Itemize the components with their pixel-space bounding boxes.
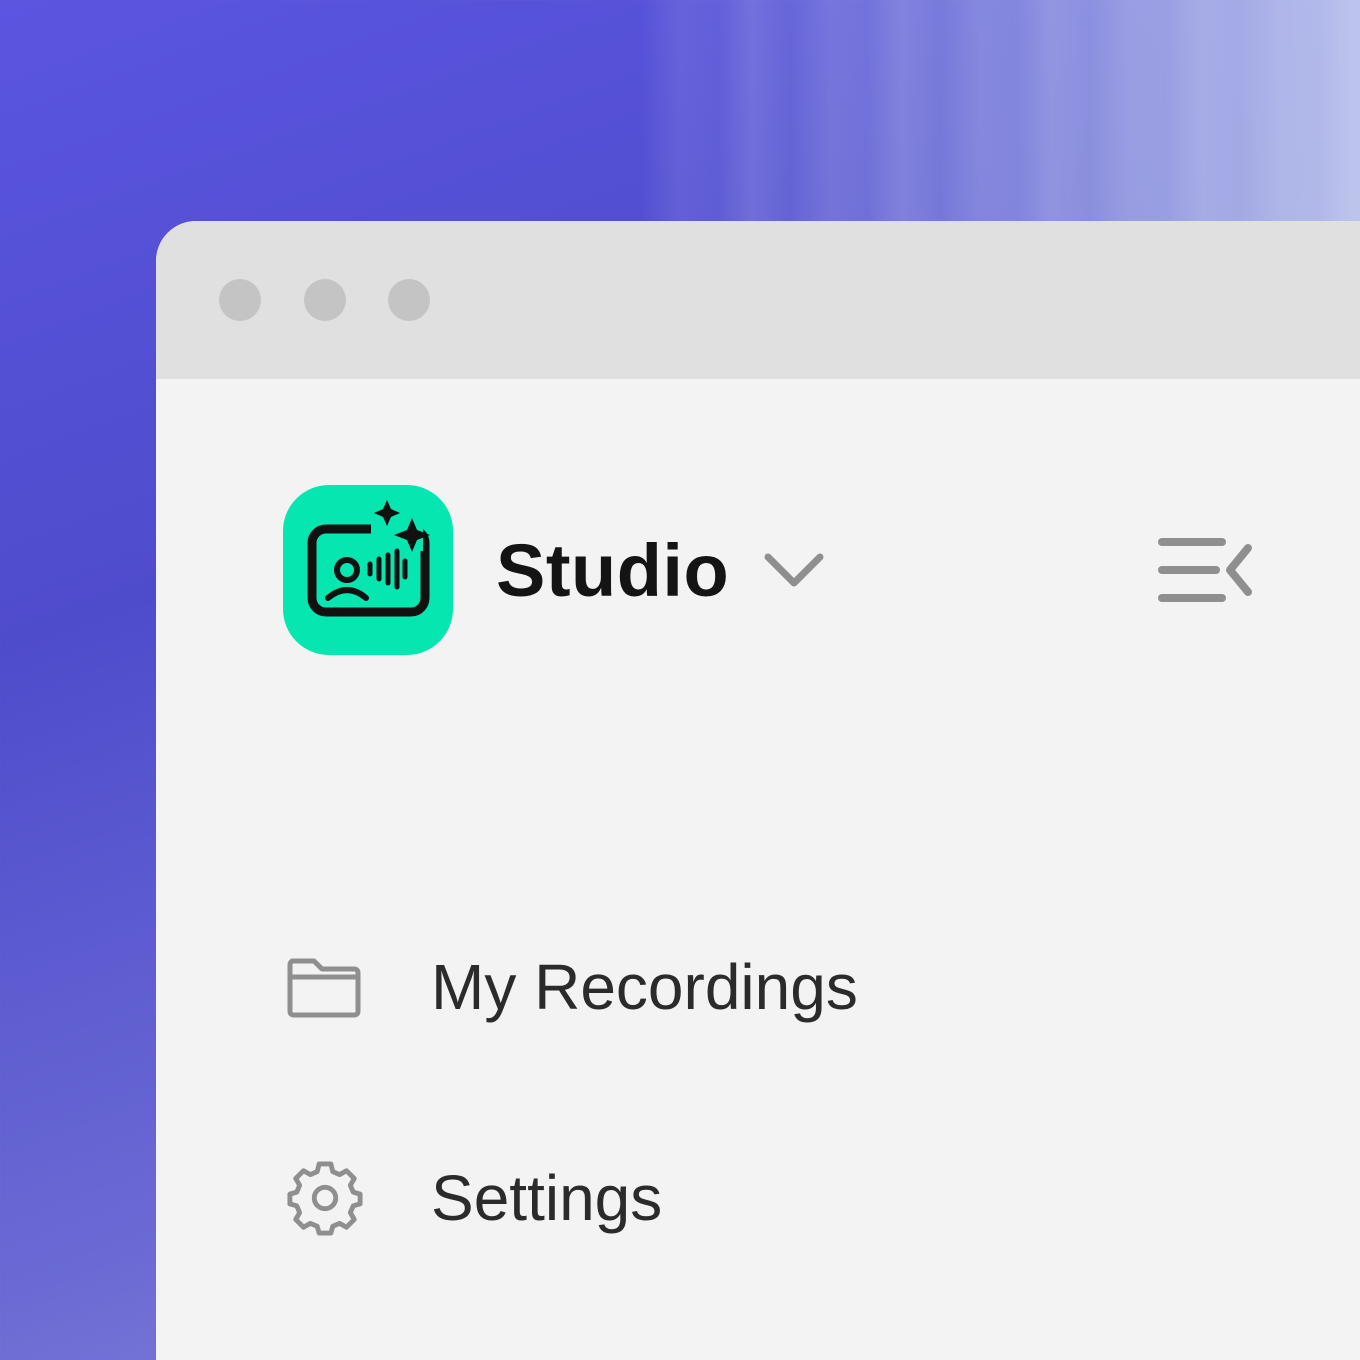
folder-icon (286, 955, 362, 1024)
sidebar-item-my-recordings[interactable]: My Recordings (286, 951, 986, 1041)
sidebar-item-label: Settings (431, 1162, 663, 1234)
window-close-button[interactable] (219, 279, 261, 321)
app-window: Studio My Recordings Settings (156, 221, 1360, 1360)
gear-icon (286, 1158, 364, 1243)
background-stripes (640, 0, 1360, 222)
sidebar-item-label: My Recordings (431, 951, 858, 1023)
sidebar-item-settings[interactable]: Settings (286, 1158, 806, 1248)
window-maximize-button[interactable] (388, 279, 430, 321)
chevron-down-icon[interactable] (762, 551, 826, 596)
studio-app-icon[interactable] (283, 485, 453, 655)
workspace-name[interactable]: Studio (496, 526, 729, 616)
window-titlebar (156, 221, 1360, 379)
studio-logo-graphic (307, 500, 430, 617)
window-minimize-button[interactable] (304, 279, 346, 321)
sidebar-collapse-icon[interactable] (1156, 534, 1256, 611)
